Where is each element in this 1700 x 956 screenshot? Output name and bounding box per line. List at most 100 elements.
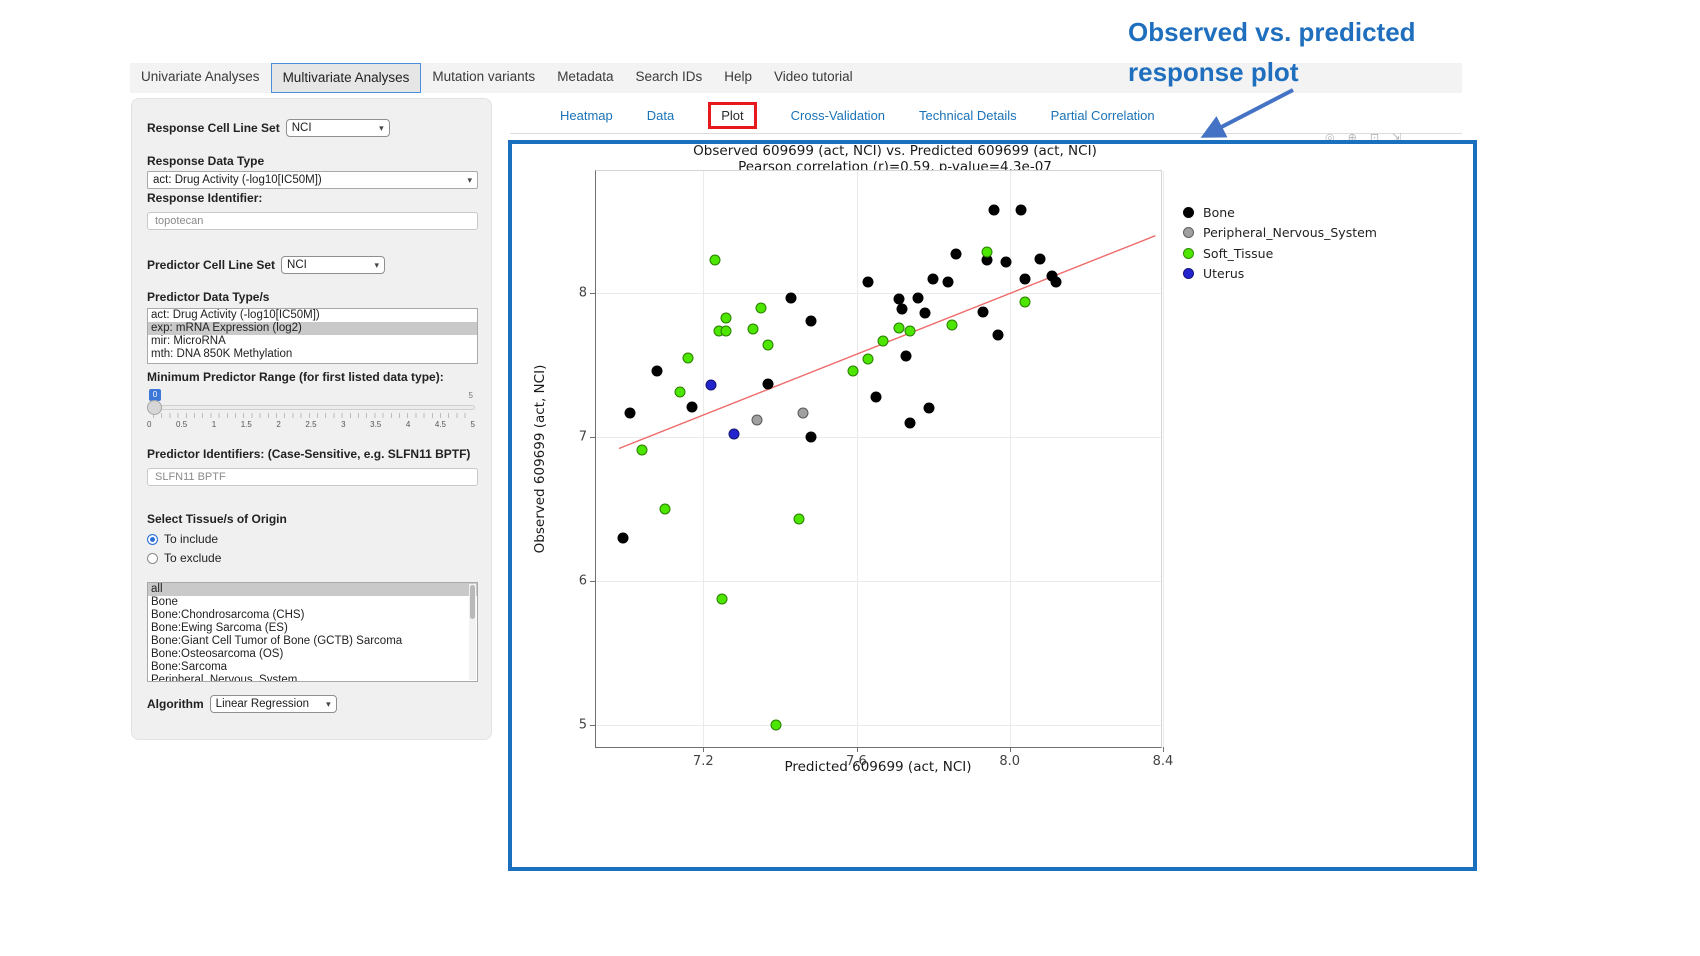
- legend-item-peripheral-nervous-system[interactable]: Peripheral_Nervous_System: [1183, 223, 1377, 244]
- legend-item-soft-tissue[interactable]: Soft_Tissue: [1183, 243, 1377, 264]
- scatter-point-bone[interactable]: [943, 276, 954, 287]
- algorithm-select[interactable]: Linear Regression ▾: [210, 695, 337, 713]
- scatter-point-soft-tissue[interactable]: [755, 302, 766, 313]
- min-predictor-range-slider[interactable]: 0 5 00.511.522.533.544.55: [147, 389, 475, 437]
- scatter-point-soft-tissue[interactable]: [763, 339, 774, 350]
- subtab-plot[interactable]: Plot: [708, 102, 756, 129]
- subtab-cross-validation[interactable]: Cross-Validation: [791, 108, 885, 123]
- scatter-point-uterus[interactable]: [728, 429, 739, 440]
- scatter-point-bone[interactable]: [951, 249, 962, 260]
- scatter-point-bone[interactable]: [1050, 276, 1061, 287]
- option-bone[interactable]: Bone: [148, 596, 477, 609]
- scatter-point-soft-tissue[interactable]: [878, 335, 889, 346]
- scatter-point-bone[interactable]: [786, 292, 797, 303]
- nav-tab-mutation-variants[interactable]: Mutation variants: [421, 63, 546, 93]
- scatter-point-bone[interactable]: [763, 378, 774, 389]
- slider-tick-label: 1.5: [241, 420, 252, 429]
- scatter-point-bone[interactable]: [863, 276, 874, 287]
- scatter-point-bone[interactable]: [1016, 204, 1027, 215]
- scatter-point-bone[interactable]: [652, 365, 663, 376]
- scatter-point-bone[interactable]: [625, 407, 636, 418]
- scatter-point-bone[interactable]: [928, 273, 939, 284]
- option-exp-mrna-expression-log2[interactable]: exp: mRNA Expression (log2): [148, 322, 477, 335]
- scatter-point-bone[interactable]: [805, 431, 816, 442]
- scatter-point-soft-tissue[interactable]: [863, 354, 874, 365]
- scatter-point-soft-tissue[interactable]: [847, 365, 858, 376]
- scatter-point-soft-tissue[interactable]: [659, 503, 670, 514]
- scatter-point-bone[interactable]: [993, 329, 1004, 340]
- radio-to-include[interactable]: [147, 534, 158, 545]
- scatter-point-peripheral-nervous-system[interactable]: [797, 407, 808, 418]
- scatter-point-soft-tissue[interactable]: [748, 324, 759, 335]
- scatter-point-bone[interactable]: [924, 403, 935, 414]
- option-bone-sarcoma[interactable]: Bone:Sarcoma: [148, 661, 477, 674]
- response-data-type-select[interactable]: act: Drug Activity (-log10[IC50M]) ▾: [147, 171, 478, 189]
- scatter-point-soft-tissue[interactable]: [947, 319, 958, 330]
- scatter-point-bone[interactable]: [870, 391, 881, 402]
- scatter-point-soft-tissue[interactable]: [721, 312, 732, 323]
- scatter-point-soft-tissue[interactable]: [675, 387, 686, 398]
- scatter-point-bone[interactable]: [1035, 253, 1046, 264]
- scatter-point-bone[interactable]: [989, 204, 1000, 215]
- scatter-point-soft-tissue[interactable]: [1020, 296, 1031, 307]
- radio-to-exclude[interactable]: [147, 553, 158, 564]
- nav-tab-multivariate-analyses[interactable]: Multivariate Analyses: [271, 63, 422, 93]
- nav-tab-search-ids[interactable]: Search IDs: [624, 63, 713, 93]
- subtab-data[interactable]: Data: [647, 108, 674, 123]
- predictor-identifiers-input[interactable]: SLFN11 BPTF: [147, 468, 478, 486]
- subtab-heatmap[interactable]: Heatmap: [560, 108, 613, 123]
- scatter-point-bone[interactable]: [912, 292, 923, 303]
- scrollbar[interactable]: [469, 584, 476, 680]
- nav-tab-univariate-analyses[interactable]: Univariate Analyses: [130, 63, 271, 93]
- chevron-down-icon: ▾: [467, 175, 472, 186]
- scatter-point-bone[interactable]: [1020, 273, 1031, 284]
- slider-track[interactable]: [147, 405, 475, 410]
- legend-item-uterus[interactable]: Uterus: [1183, 264, 1377, 285]
- predictor-cell-line-set-select[interactable]: NCI ▾: [281, 256, 385, 274]
- scrollbar-thumb[interactable]: [470, 585, 475, 619]
- scatter-plot-panel[interactable]: 7.27.68.08.45678: [595, 170, 1162, 748]
- nav-tab-metadata[interactable]: Metadata: [546, 63, 624, 93]
- slider-handle[interactable]: [147, 400, 162, 415]
- subtab-partial-correlation[interactable]: Partial Correlation: [1051, 108, 1155, 123]
- option-bone-osteosarcoma-os[interactable]: Bone:Osteosarcoma (OS): [148, 648, 477, 661]
- scatter-point-bone[interactable]: [805, 315, 816, 326]
- option-all[interactable]: all: [148, 583, 477, 596]
- scatter-point-soft-tissue[interactable]: [709, 255, 720, 266]
- option-bone-chondrosarcoma-chs[interactable]: Bone:Chondrosarcoma (CHS): [148, 609, 477, 622]
- subtab-technical-details[interactable]: Technical Details: [919, 108, 1017, 123]
- scatter-point-bone[interactable]: [686, 401, 697, 412]
- option-bone-ewing-sarcoma-es[interactable]: Bone:Ewing Sarcoma (ES): [148, 622, 477, 635]
- tissue-listbox[interactable]: allBoneBone:Chondrosarcoma (CHS)Bone:Ewi…: [147, 582, 478, 682]
- scatter-point-peripheral-nervous-system[interactable]: [751, 414, 762, 425]
- option-peripheral-nervous-system[interactable]: Peripheral_Nervous_System: [148, 674, 477, 682]
- legend-item-bone[interactable]: Bone: [1183, 202, 1377, 223]
- option-bone-giant-cell-tumor-of-bone-gctb-sarcoma[interactable]: Bone:Giant Cell Tumor of Bone (GCTB) Sar…: [148, 635, 477, 648]
- scatter-point-soft-tissue[interactable]: [771, 719, 782, 730]
- predictor-data-types-listbox[interactable]: act: Drug Activity (-log10[IC50M])exp: m…: [147, 308, 478, 364]
- option-act-drug-activity-log10-ic50m[interactable]: act: Drug Activity (-log10[IC50M]): [148, 309, 477, 322]
- scatter-point-soft-tissue[interactable]: [905, 325, 916, 336]
- nav-tab-help[interactable]: Help: [713, 63, 763, 93]
- scatter-point-uterus[interactable]: [705, 380, 716, 391]
- scatter-point-soft-tissue[interactable]: [794, 513, 805, 524]
- scatter-point-bone[interactable]: [901, 351, 912, 362]
- scatter-point-soft-tissue[interactable]: [682, 352, 693, 363]
- option-mir-microrna[interactable]: mir: MicroRNA: [148, 335, 477, 348]
- scatter-point-bone[interactable]: [897, 304, 908, 315]
- scatter-point-soft-tissue[interactable]: [721, 325, 732, 336]
- scatter-point-bone[interactable]: [1000, 256, 1011, 267]
- response-identifier-input[interactable]: topotecan: [147, 212, 478, 230]
- scatter-point-bone[interactable]: [617, 532, 628, 543]
- scatter-point-soft-tissue[interactable]: [636, 444, 647, 455]
- scatter-point-bone[interactable]: [920, 308, 931, 319]
- scatter-point-soft-tissue[interactable]: [893, 322, 904, 333]
- scatter-point-soft-tissue[interactable]: [717, 594, 728, 605]
- scatter-point-soft-tissue[interactable]: [981, 246, 992, 257]
- scatter-point-bone[interactable]: [905, 417, 916, 428]
- response-cell-line-set-select[interactable]: NCI ▾: [286, 119, 390, 137]
- scatter-point-bone[interactable]: [977, 306, 988, 317]
- nav-tab-video-tutorial[interactable]: Video tutorial: [763, 63, 864, 93]
- option-mth-dna-850k-methylation[interactable]: mth: DNA 850K Methylation: [148, 348, 477, 361]
- response-identifier-label: Response Identifier:: [147, 191, 476, 206]
